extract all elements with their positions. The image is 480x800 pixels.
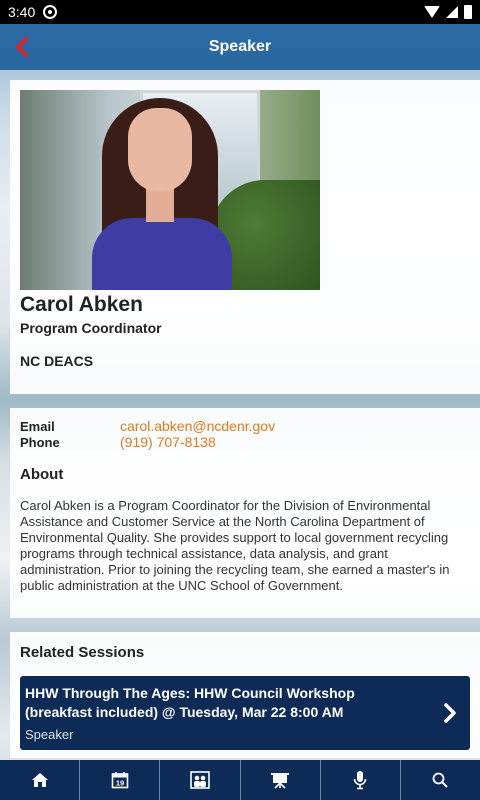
- calendar-icon: 19: [111, 772, 129, 789]
- about-text: Carol Abken is a Program Coordinator for…: [20, 498, 450, 593]
- wifi-icon: [424, 6, 440, 18]
- session-item[interactable]: HHW Through The Ages: HHW Council Worksh…: [20, 676, 470, 750]
- speaker-photo: [20, 90, 320, 290]
- presentation-icon: [271, 773, 290, 789]
- phone-link[interactable]: (919) 707-8138: [120, 434, 216, 450]
- battery-icon: [464, 5, 472, 19]
- speaker-profile-card: Carol Abken Program Coordinator NC DEACS: [10, 80, 480, 394]
- related-sessions-heading: Related Sessions: [20, 644, 145, 661]
- bottom-tab-bar: 19: [0, 760, 480, 800]
- speaker-role: Program Coordinator: [20, 320, 162, 336]
- speaker-organization: NC DEACS: [20, 353, 94, 369]
- tab-sessions[interactable]: [241, 760, 321, 800]
- status-time: 3:40: [8, 4, 36, 20]
- chevron-left-icon: [16, 37, 28, 57]
- speaker-info-card: Email carol.abken@ncdenr.gov Phone (919)…: [10, 408, 480, 618]
- calendar-day: 19: [116, 779, 124, 788]
- tab-speakers[interactable]: [160, 760, 241, 800]
- related-sessions-card: Related Sessions HHW Through The Ages: H…: [10, 632, 480, 758]
- home-icon: [31, 773, 48, 787]
- speaker-name: Carol Abken: [20, 293, 143, 316]
- sync-icon: [43, 5, 58, 19]
- chevron-right-icon: [444, 703, 456, 723]
- tab-exhibitors[interactable]: [321, 760, 401, 800]
- signal-icon: [446, 6, 458, 18]
- about-heading: About: [20, 466, 64, 483]
- status-bar: 3:40: [0, 0, 480, 24]
- people-icon: [190, 771, 210, 789]
- app-bar: Speaker: [0, 24, 480, 70]
- tab-schedule[interactable]: 19: [80, 760, 161, 800]
- email-link[interactable]: carol.abken@ncdenr.gov: [120, 418, 275, 434]
- back-button[interactable]: [12, 35, 34, 59]
- microphone-icon: [353, 771, 367, 790]
- status-icons: [424, 5, 472, 19]
- tab-home[interactable]: [0, 760, 81, 800]
- email-label: Email: [20, 419, 55, 434]
- page-title: Speaker: [208, 38, 272, 55]
- tab-search[interactable]: [401, 760, 480, 800]
- session-role: Speaker: [25, 727, 74, 742]
- session-title: HHW Through The Ages: HHW Council Worksh…: [25, 685, 355, 720]
- phone-label: Phone: [20, 435, 60, 450]
- search-icon: [433, 772, 449, 788]
